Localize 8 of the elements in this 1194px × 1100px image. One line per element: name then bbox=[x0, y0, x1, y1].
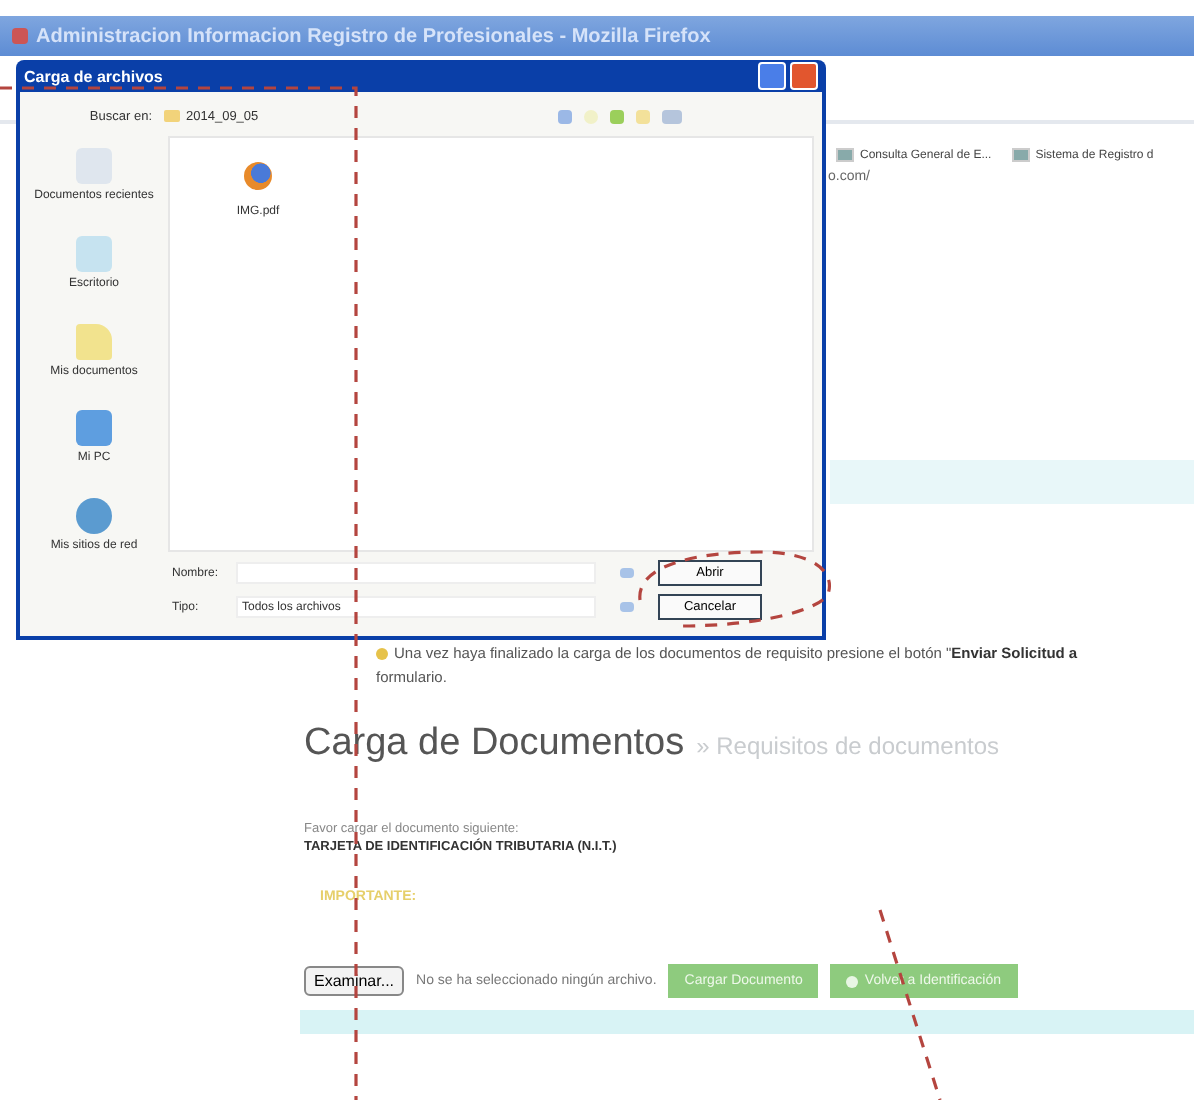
browse-button[interactable]: Examinar... bbox=[304, 966, 405, 996]
help-icon[interactable] bbox=[758, 62, 786, 90]
window-title: Administracion Informacion Registro de Profesionales - Mozilla Firefox bbox=[36, 25, 711, 47]
info-icon bbox=[376, 647, 388, 659]
dialog-title: Carga de archivos bbox=[24, 67, 165, 85]
file-name-field[interactable] bbox=[236, 562, 596, 584]
close-icon[interactable] bbox=[790, 62, 818, 90]
page-heading: Carga de Documentos bbox=[304, 722, 685, 766]
